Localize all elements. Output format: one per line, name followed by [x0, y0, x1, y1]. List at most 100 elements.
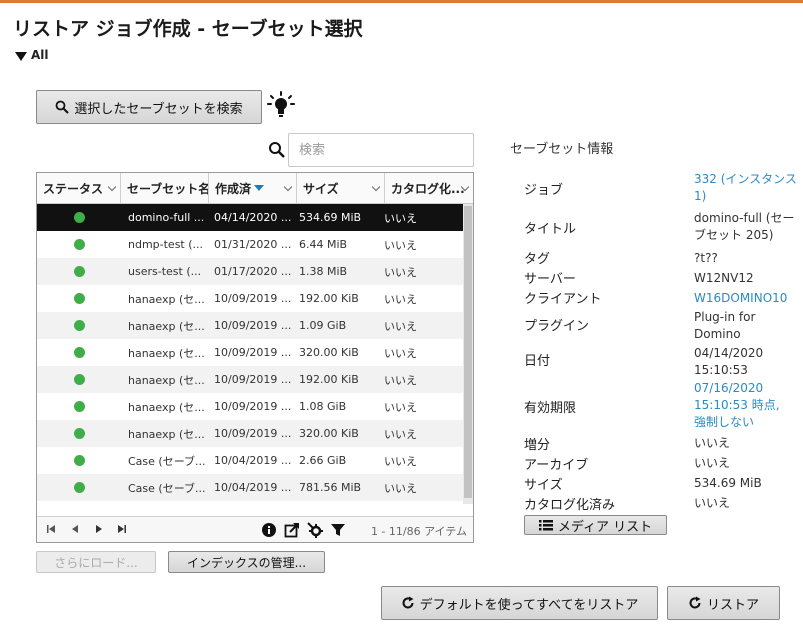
next-page-button[interactable] [93, 523, 105, 535]
info-label-date: 日付 [524, 354, 551, 369]
status-cell [37, 339, 121, 366]
info-label-archive: アーカイブ [524, 458, 589, 473]
filter-label: All [31, 48, 49, 62]
filter-icon[interactable] [330, 522, 346, 538]
column-header-size[interactable]: サイズ [297, 173, 385, 203]
info-label-incremental: 増分 [524, 438, 551, 453]
size-cell: 192.00 KiB [299, 373, 359, 386]
status-cell [37, 366, 121, 393]
cataloged-cell: いいえ [384, 319, 417, 333]
cataloged-cell: いいえ [384, 481, 417, 495]
saveset-name-cell: Case (セーブ... [128, 481, 206, 495]
table-row[interactable]: Case (セーブ... 10/04/2019 ... 781.56 MiB いいえ [37, 474, 463, 501]
first-page-button[interactable] [45, 523, 57, 535]
cataloged-cell: いいえ [384, 292, 417, 306]
status-ok-icon [73, 401, 85, 412]
status-ok-icon [73, 239, 85, 250]
search-saveset-label: 選択したセーブセットを検索 [74, 101, 243, 117]
media-list-button[interactable]: メディア リスト [524, 515, 667, 535]
search-input[interactable] [288, 133, 474, 167]
table-row[interactable]: hanaexp (セ... 10/09/2019 ... 320.00 KiB いいえ [37, 420, 463, 447]
cataloged-cell: いいえ [384, 373, 417, 387]
info-icon[interactable] [261, 522, 277, 538]
status-ok-icon [73, 293, 85, 304]
item-count: 1 - 11/86 アイテム [370, 525, 467, 538]
search-icon [55, 100, 70, 114]
table-row[interactable]: hanaexp (セ... 10/09/2019 ... 192.00 KiB いいえ [37, 366, 463, 393]
info-value-expiry[interactable]: 07/16/2020 15:10:53 時点, 強制しない [694, 380, 786, 431]
settings-icon[interactable] [307, 522, 323, 538]
column-header-status[interactable]: ステータス [37, 173, 121, 203]
table-row[interactable]: hanaexp (セ... 10/09/2019 ... 320.00 KiB いいえ [37, 339, 463, 366]
export-icon[interactable] [284, 522, 300, 538]
lightbulb-icon[interactable] [266, 90, 296, 120]
size-cell: 192.00 KiB [299, 292, 359, 305]
table-row[interactable]: users-test (... 01/17/2020 ... 1.38 MiB いいえ [37, 258, 463, 285]
filter-toggle[interactable]: All [15, 48, 49, 62]
sort-desc-icon [254, 185, 265, 191]
status-ok-icon [73, 374, 85, 385]
size-cell: 320.00 KiB [299, 427, 359, 440]
table-footer: 1 - 11/86 アイテム [37, 516, 473, 542]
created-cell: 10/09/2019 ... [214, 319, 292, 332]
saveset-name-cell: hanaexp (セ... [128, 400, 205, 414]
restore-button[interactable]: リストア [667, 586, 780, 620]
status-ok-icon [73, 266, 85, 277]
saveset-name-cell: domino-full ... [128, 211, 205, 224]
search-saveset-button[interactable]: 選択したセーブセットを検索 [36, 90, 262, 124]
restore-label: リストア [706, 597, 759, 613]
manage-index-button[interactable]: インデックスの管理... [168, 551, 325, 573]
info-value-job[interactable]: 332 (インスタンス 1) [694, 171, 799, 205]
size-cell: 320.00 KiB [299, 346, 359, 359]
previous-page-button[interactable] [69, 523, 81, 535]
status-cell [37, 204, 121, 231]
table-row[interactable]: hanaexp (セ... 10/09/2019 ... 192.00 KiB いいえ [37, 285, 463, 312]
status-cell [37, 447, 121, 474]
saveset-name-cell: Case (セーブ... [128, 454, 206, 468]
scrollbar-thumb[interactable] [464, 206, 472, 498]
previous-page-icon [72, 525, 78, 533]
vertical-scrollbar[interactable] [463, 204, 473, 504]
load-more-button[interactable]: さらにロード... [36, 551, 156, 573]
last-page-icon [118, 525, 126, 533]
column-header-name[interactable]: セーブセット名 [121, 173, 209, 203]
last-page-button[interactable] [116, 523, 128, 535]
cataloged-cell: いいえ [384, 427, 417, 441]
table-row[interactable]: domino-full ... 04/14/2020 ... 534.69 MiB い… [37, 204, 463, 231]
size-cell: 2.66 GiB [299, 454, 347, 467]
info-value-incremental: いいえ [694, 436, 731, 450]
saveset-name-cell: hanaexp (セ... [128, 319, 205, 333]
size-cell: 534.69 MiB [299, 211, 362, 224]
table-row[interactable]: hanaexp (セ... 10/09/2019 ... 1.08 GiB いいえ [37, 393, 463, 420]
chevron-down-icon [107, 182, 117, 192]
created-cell: 01/31/2020 ... [214, 238, 292, 251]
cataloged-cell: いいえ [384, 400, 417, 414]
status-ok-icon [73, 428, 85, 439]
status-ok-icon [73, 482, 85, 493]
restore-all-default-button[interactable]: デフォルトを使ってすべてをリストア [381, 586, 658, 620]
info-label-plugin: プラグイン [524, 319, 590, 334]
chevron-down-icon [283, 182, 293, 192]
status-cell [37, 285, 121, 312]
column-header-cataloged[interactable]: カタログ化... [385, 173, 473, 203]
status-cell [37, 474, 121, 501]
saveset-name-cell: users-test (... [128, 265, 202, 278]
info-value-cataloged: いいえ [694, 496, 731, 510]
table-row[interactable]: ndmp-test (... 01/31/2020 ... 6.44 MiB いいえ [37, 231, 463, 258]
saveset-name-cell: hanaexp (セ... [128, 292, 205, 306]
info-label-client: クライアント [524, 292, 602, 307]
table-row[interactable]: hanaexp (セ... 10/09/2019 ... 1.09 GiB いいえ [37, 312, 463, 339]
info-value-size: 534.69 MiB [694, 476, 762, 490]
status-ok-icon [73, 320, 85, 331]
created-cell: 10/04/2019 ... [214, 454, 292, 467]
list-icon [538, 520, 553, 531]
search-icon [269, 142, 285, 158]
chevron-down-icon [371, 182, 381, 192]
table-row[interactable]: Case (セーブ... 10/04/2019 ... 2.66 GiB いいえ [37, 447, 463, 474]
cataloged-cell: いいえ [384, 211, 417, 225]
info-label-tag: タグ [524, 252, 551, 267]
saveset-info-title: セーブセット情報 [510, 142, 614, 157]
column-header-created[interactable]: 作成済 [209, 173, 297, 203]
info-value-client[interactable]: W16DOMINO10 [694, 290, 799, 307]
size-cell: 6.44 MiB [299, 238, 348, 251]
